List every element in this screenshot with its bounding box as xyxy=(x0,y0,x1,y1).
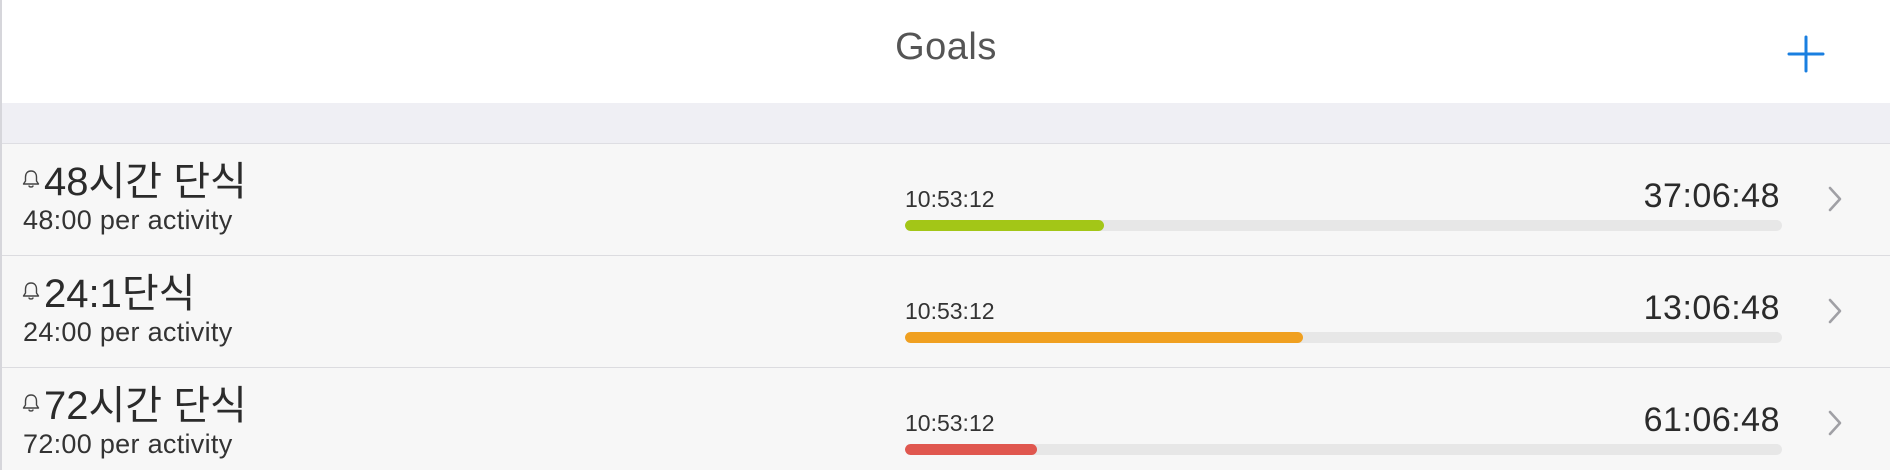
chevron-right-icon xyxy=(1828,298,1842,324)
section-header-band xyxy=(2,103,1890,144)
add-goal-button[interactable] xyxy=(1786,34,1826,74)
goal-duration: 24:00 per activity xyxy=(23,317,233,347)
remaining-time: 61:06:48 xyxy=(1643,401,1780,439)
progress-fill xyxy=(905,332,1304,343)
elapsed-time: 10:53:12 xyxy=(905,410,995,436)
goal-duration: 72:00 per activity xyxy=(23,429,233,459)
goal-list: 48시간 단식 48:00 per activity 10:53:12 37:0… xyxy=(2,144,1890,470)
progress-track xyxy=(905,444,1782,455)
elapsed-time: 10:53:12 xyxy=(905,298,995,324)
goal-title: 24:1단식 xyxy=(22,266,195,316)
bell-icon xyxy=(22,282,40,300)
goal-duration: 48:00 per activity xyxy=(23,205,233,235)
goal-name: 48시간 단식 xyxy=(44,160,247,204)
goal-row[interactable]: 72시간 단식 72:00 per activity 10:53:12 61:0… xyxy=(2,368,1890,470)
goal-row[interactable]: 24:1단식 24:00 per activity 10:53:12 13:06… xyxy=(2,256,1890,368)
page-title: Goals xyxy=(895,26,997,68)
plus-icon xyxy=(1787,35,1825,73)
bell-icon xyxy=(22,170,40,188)
progress-track xyxy=(905,220,1782,231)
goal-name: 24:1단식 xyxy=(44,272,196,316)
goal-title: 48시간 단식 xyxy=(22,154,247,204)
elapsed-time: 10:53:12 xyxy=(905,186,995,212)
progress-track xyxy=(905,332,1782,343)
remaining-time: 37:06:48 xyxy=(1643,177,1780,215)
goal-name: 72시간 단식 xyxy=(44,384,247,428)
goal-title: 72시간 단식 xyxy=(22,378,247,428)
bell-icon xyxy=(22,394,40,412)
chevron-right-icon xyxy=(1828,186,1842,212)
goals-screen: Goals 48시간 단식 48:00 per activity 10:53:1… xyxy=(0,0,1890,470)
progress-fill xyxy=(905,444,1038,455)
goal-row[interactable]: 48시간 단식 48:00 per activity 10:53:12 37:0… xyxy=(2,144,1890,256)
remaining-time: 13:06:48 xyxy=(1643,289,1780,327)
progress-fill xyxy=(905,220,1105,231)
navigation-bar: Goals xyxy=(2,0,1890,103)
chevron-right-icon xyxy=(1828,410,1842,436)
